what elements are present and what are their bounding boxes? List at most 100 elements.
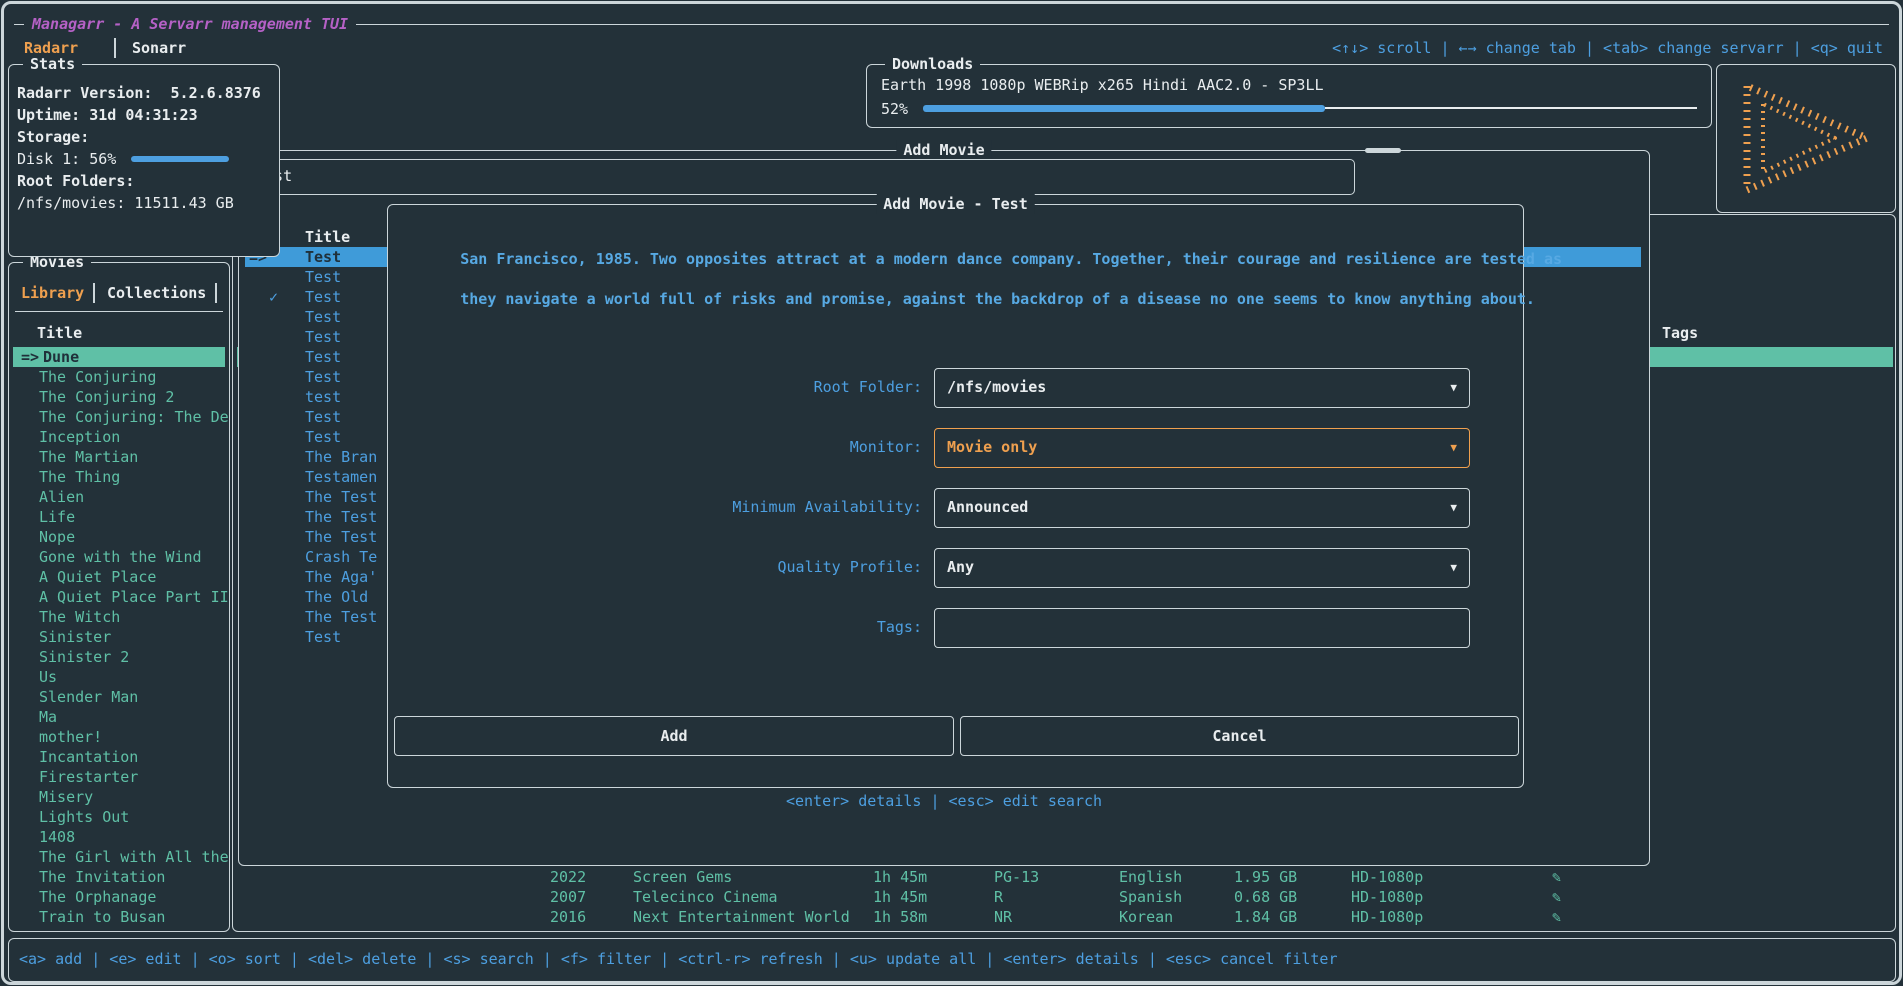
download-percent-label: 52% — [881, 99, 908, 119]
list-item[interactable]: Ma — [39, 707, 231, 727]
dropdown-arrow-icon: ▼ — [1450, 561, 1457, 574]
library-title-header: Title — [37, 323, 82, 343]
list-item[interactable]: Misery — [39, 787, 231, 807]
result-row[interactable]: Test — [305, 367, 391, 387]
cell-rating: R — [994, 887, 1003, 907]
download-item-name: Earth 1998 1080p WEBRip x265 Hindi AAC2.… — [881, 75, 1324, 95]
list-item[interactable]: Lights Out — [39, 807, 231, 827]
list-item[interactable]: mother! — [39, 727, 231, 747]
list-item[interactable]: The Girl with All the — [39, 847, 231, 867]
list-item[interactable]: A Quiet Place Part II — [39, 587, 231, 607]
list-item[interactable]: Sinister 2 — [39, 647, 231, 667]
field-minimum-availability[interactable]: Announced▼ — [934, 488, 1470, 528]
tab-divider-2 — [215, 283, 217, 303]
result-row[interactable]: The Aga' — [305, 567, 391, 587]
list-item[interactable]: Life — [39, 507, 231, 527]
result-row[interactable]: The Test — [305, 607, 391, 627]
cell-rating: NR — [994, 907, 1012, 927]
cell-year: 2016 — [550, 907, 586, 927]
result-row[interactable]: Test — [305, 407, 391, 427]
list-item[interactable]: 1408 — [39, 827, 231, 847]
result-row[interactable]: Test — [305, 267, 391, 287]
result-row[interactable]: The Test — [305, 527, 391, 547]
list-item[interactable]: The Conjuring 2 — [39, 387, 231, 407]
tab-collections[interactable]: Collections — [107, 283, 206, 303]
add-movie-panel: Add Movie test ✓ Title =>TestTest✓TestTe… — [238, 150, 1650, 866]
list-item[interactable]: Inception — [39, 427, 231, 447]
result-row[interactable]: The Test — [305, 507, 391, 527]
dropdown-arrow-icon: ▼ — [1450, 381, 1457, 394]
list-item[interactable]: Train to Busan — [39, 907, 231, 927]
movies-panel: Movies Library Collections Title =>DuneT… — [8, 262, 230, 932]
list-item[interactable]: Firestarter — [39, 767, 231, 787]
field-monitor[interactable]: Movie only▼ — [934, 428, 1470, 468]
result-row[interactable]: The Test — [305, 487, 391, 507]
description-line1: San Francisco, 1985. Two opposites attra… — [460, 250, 1562, 268]
downloads-panel-title: Downloads — [885, 54, 980, 74]
list-item[interactable]: Nope — [39, 527, 231, 547]
table-row[interactable]: 2022Screen Gems1h 45mPG-13English1.95 GB… — [233, 867, 1895, 887]
description-line2: they navigate a world full of risks and … — [460, 290, 1535, 308]
list-item[interactable]: The Invitation — [39, 867, 231, 887]
movie-search-input[interactable]: test — [245, 159, 1355, 195]
tab-divider — [93, 283, 95, 303]
add-movie-modal: Add Movie - Test San Francisco, 1985. Tw… — [387, 204, 1524, 788]
field-quality-profile[interactable]: Any▼ — [934, 548, 1470, 588]
list-item-selected[interactable]: =>Dune — [13, 347, 225, 367]
managarr-app: Tags 2022Screen Gems1h 45mPG-13English1.… — [0, 0, 1903, 986]
field-tags[interactable] — [934, 608, 1470, 648]
cell-size: 0.68 GB — [1234, 887, 1297, 907]
list-item[interactable]: The Thing — [39, 467, 231, 487]
cell-language: Korean — [1119, 907, 1173, 927]
tab-library[interactable]: Library — [21, 283, 84, 303]
result-row[interactable]: The Bran — [305, 447, 391, 467]
selection-arrow: => — [21, 347, 39, 367]
keybindings-text: <a> add | <e> edit | <o> sort | <del> de… — [19, 949, 1338, 969]
scrollbar-thumb[interactable] — [1365, 148, 1401, 153]
list-item[interactable]: Incantation — [39, 747, 231, 767]
cancel-button[interactable]: Cancel — [960, 716, 1519, 756]
result-title: Test — [305, 247, 341, 267]
stats-line: Root Folders: — [17, 171, 134, 191]
cell-quality: HD-1080p — [1351, 907, 1423, 927]
cell-year: 2007 — [550, 887, 586, 907]
table-row[interactable]: 2007 Telecinco Cinema 1h 45m R Spanish 0.68 G… — [233, 887, 1895, 907]
cell-runtime: 1h 45m — [873, 867, 927, 887]
result-row[interactable]: Test — [305, 427, 391, 447]
tab-sonarr[interactable]: Sonarr — [132, 38, 186, 58]
cell-studio: Telecinco Cinema — [633, 887, 778, 907]
result-row[interactable]: Test — [305, 307, 391, 327]
list-item[interactable]: A Quiet Place — [39, 567, 231, 587]
cell-language: Spanish — [1119, 887, 1182, 907]
result-row[interactable]: Crash Te — [305, 547, 391, 567]
result-row[interactable]: The Old — [305, 587, 391, 607]
list-item[interactable]: Alien — [39, 487, 231, 507]
result-row[interactable]: Test — [305, 327, 391, 347]
list-item[interactable]: The Conjuring: The De — [39, 407, 231, 427]
result-row[interactable]: Testamen — [305, 467, 391, 487]
table-row[interactable]: 2016Next Entertainment World1h 58mNRKore… — [233, 907, 1895, 927]
download-progress-bar — [923, 105, 1325, 112]
movie-title: Dune — [43, 347, 79, 367]
add-button[interactable]: Add — [394, 716, 954, 756]
list-item[interactable]: Gone with the Wind — [39, 547, 231, 567]
list-item[interactable]: The Witch — [39, 607, 231, 627]
cell-year: 2022 — [550, 867, 586, 887]
stats-line: Radarr Version: 5.2.6.8376 — [17, 83, 261, 103]
list-item[interactable]: The Orphanage — [39, 887, 231, 907]
list-item[interactable]: The Conjuring — [39, 367, 231, 387]
list-item[interactable]: Us — [39, 667, 231, 687]
field-label: Minimum Availability: — [388, 497, 922, 517]
field-root-folder[interactable]: /nfs/movies▼ — [934, 368, 1470, 408]
list-item[interactable]: Sinister — [39, 627, 231, 647]
result-row[interactable]: test — [305, 387, 391, 407]
result-row[interactable]: Test — [305, 347, 391, 367]
list-item[interactable]: Slender Man — [39, 687, 231, 707]
cell-runtime: 1h 58m — [873, 907, 927, 927]
list-item[interactable]: The Martian — [39, 447, 231, 467]
result-row[interactable]: Test — [305, 627, 391, 647]
add-movie-panel-title: Add Movie — [896, 140, 991, 160]
result-row[interactable]: Test — [305, 287, 391, 307]
cell-runtime: 1h 45m — [873, 887, 927, 907]
tab-radarr[interactable]: Radarr — [24, 38, 78, 58]
